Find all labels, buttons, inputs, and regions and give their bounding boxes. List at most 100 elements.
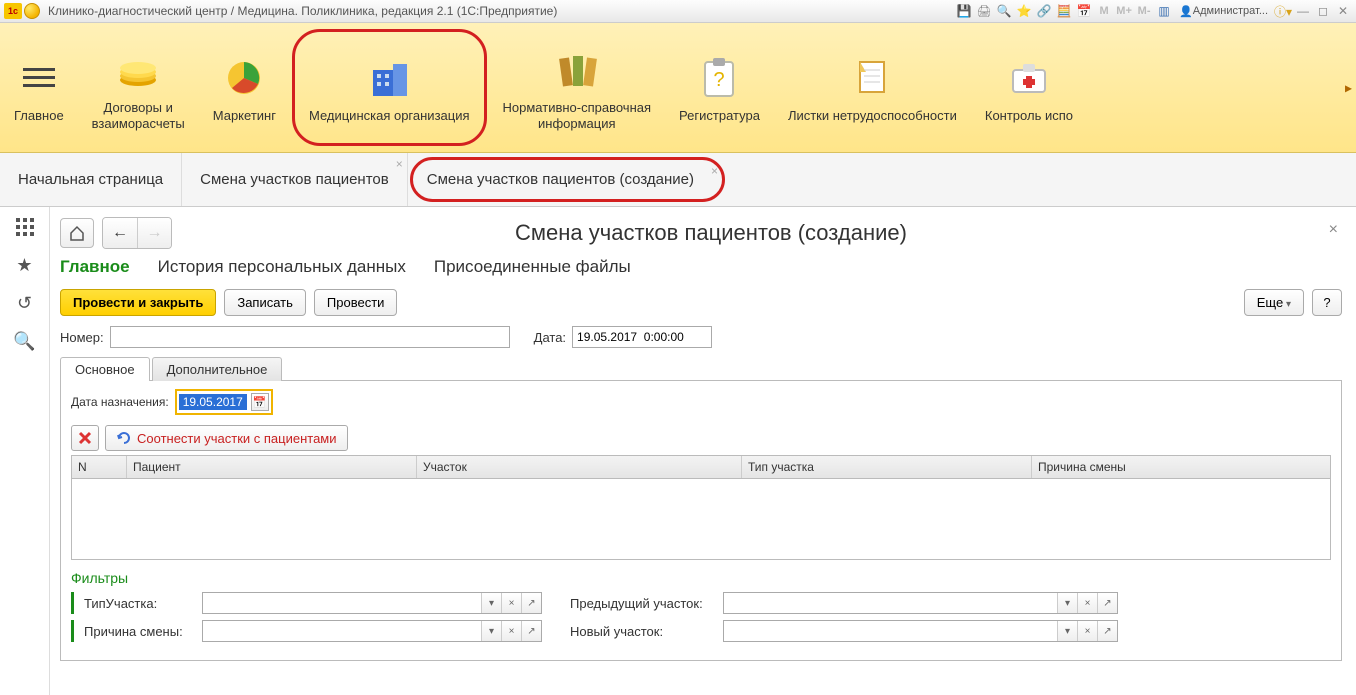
assign-date-label: Дата назначения: [71, 395, 169, 409]
post-button[interactable]: Провести [314, 289, 398, 316]
subnav-files[interactable]: Присоединенные файлы [434, 257, 631, 277]
m-plus-button[interactable]: M+ [1115, 3, 1133, 19]
number-input[interactable] [110, 326, 510, 348]
grid-header: N Пациент Участок Тип участка Причина см… [72, 456, 1330, 479]
tab-patient-areas-create-label: Смена участков пациентов (создание) [427, 171, 694, 188]
nav-main-label: Главное [14, 108, 64, 124]
nav-marketing[interactable]: Маркетинг [199, 23, 290, 152]
command-bar: Провести и закрыть Записать Провести Еще… [60, 289, 1342, 316]
nav-reference-info[interactable]: Нормативно-справочная информация [489, 23, 666, 152]
link-icon[interactable]: 🔗 [1035, 3, 1053, 19]
svg-text:?: ? [714, 69, 725, 91]
nav-registration[interactable]: ? Регистратура [665, 23, 774, 152]
page-close-icon[interactable]: × [1329, 221, 1338, 239]
inner-tab-main[interactable]: Основное [60, 357, 150, 381]
toolbar-overflow-icon[interactable]: ▸ [1345, 79, 1352, 96]
calc-icon[interactable]: 🧮 [1055, 3, 1073, 19]
filter-reason-combo[interactable]: ▾ × ↗ [202, 620, 542, 642]
delete-row-button[interactable] [71, 425, 99, 451]
grid-body[interactable] [72, 479, 1330, 559]
save-disk-icon[interactable]: 💾 [955, 3, 973, 19]
calendar-picker-icon[interactable]: 📅 [251, 393, 269, 411]
col-area[interactable]: Участок [417, 456, 742, 478]
clipboard-icon: ? [695, 54, 743, 102]
window-maximize[interactable]: ◻ [1314, 3, 1332, 19]
filter-prev-area-input[interactable] [724, 593, 1057, 613]
col-reason[interactable]: Причина смены [1032, 456, 1330, 478]
tab-patient-areas-create[interactable]: Смена участков пациентов (создание) × [410, 157, 725, 202]
subnav: Главное История персональных данных Прис… [60, 257, 1342, 277]
help-button[interactable]: ? [1312, 289, 1342, 316]
more-button[interactable]: Еще [1244, 289, 1304, 316]
tab-close-icon[interactable]: × [711, 164, 718, 178]
filter-reason-input[interactable] [203, 621, 481, 641]
combo-dropdown-icon[interactable]: ▾ [1057, 593, 1077, 613]
search-icon[interactable]: 🔍 [13, 329, 37, 353]
combo-open-icon[interactable]: ↗ [521, 621, 541, 641]
filters-section: Фильтры ТипУчастка: ▾ × ↗ Предыдущий уча… [71, 570, 1331, 642]
subnav-main[interactable]: Главное [60, 257, 130, 277]
tab-close-icon[interactable]: × [396, 157, 403, 171]
filter-prev-area-combo[interactable]: ▾ × ↗ [723, 592, 1118, 614]
combo-open-icon[interactable]: ↗ [1097, 621, 1117, 641]
nav-main[interactable]: Главное [0, 23, 78, 152]
favorite-icon[interactable]: ⭐ [1015, 3, 1033, 19]
print-icon[interactable]: 🖨 [975, 3, 993, 19]
history-icon[interactable]: ↺ [13, 291, 37, 315]
assign-date-field[interactable]: 19.05.2017 📅 [175, 389, 273, 415]
main-panel: Дата назначения: 19.05.2017 📅 Соотнести … [60, 381, 1342, 661]
apps-grid-icon[interactable] [13, 215, 37, 239]
app-ball-icon [24, 3, 40, 19]
col-area-type[interactable]: Тип участка [742, 456, 1032, 478]
nav-sick-leave[interactable]: Листки нетрудоспособности [774, 23, 971, 152]
panels-icon[interactable]: ▥ [1155, 3, 1173, 19]
nav-back-forward: ← → [102, 217, 172, 249]
combo-clear-icon[interactable]: × [501, 621, 521, 641]
combo-open-icon[interactable]: ↗ [521, 593, 541, 613]
star-icon[interactable]: ★ [13, 253, 37, 277]
user-icon: 👤 [1179, 5, 1193, 18]
nav-forward-button[interactable]: → [137, 218, 171, 248]
current-user[interactable]: 👤 Администрат... [1175, 5, 1272, 18]
calendar-icon[interactable]: 📅 [1075, 3, 1093, 19]
combo-clear-icon[interactable]: × [501, 593, 521, 613]
date-input[interactable] [572, 326, 712, 348]
nav-control[interactable]: Контроль испо [971, 23, 1087, 152]
combo-dropdown-icon[interactable]: ▾ [1057, 621, 1077, 641]
nav-back-button[interactable]: ← [103, 218, 137, 248]
m-minus-button[interactable]: M- [1135, 3, 1153, 19]
nav-medical-org[interactable]: Медицинская организация [292, 29, 487, 146]
col-n[interactable]: N [72, 456, 127, 478]
nav-contracts[interactable]: Договоры и взаиморасчеты [78, 23, 199, 152]
inner-tab-extra[interactable]: Дополнительное [152, 357, 283, 381]
filter-new-area-combo[interactable]: ▾ × ↗ [723, 620, 1118, 642]
col-patient[interactable]: Пациент [127, 456, 417, 478]
save-button[interactable]: Записать [224, 289, 306, 316]
filter-new-area-input[interactable] [724, 621, 1057, 641]
correlate-areas-button[interactable]: Соотнести участки с пациентами [105, 425, 348, 451]
hamburger-icon [15, 54, 63, 102]
post-and-close-button[interactable]: Провести и закрыть [60, 289, 216, 316]
combo-dropdown-icon[interactable]: ▾ [481, 593, 501, 613]
combo-dropdown-icon[interactable]: ▾ [481, 621, 501, 641]
date-label: Дата: [534, 330, 566, 345]
window-minimize[interactable]: — [1294, 3, 1312, 19]
books-icon [553, 46, 601, 94]
patients-grid[interactable]: N Пациент Участок Тип участка Причина см… [71, 455, 1331, 560]
combo-clear-icon[interactable]: × [1077, 621, 1097, 641]
tab-start-page[interactable]: Начальная страница [0, 153, 182, 206]
subnav-history[interactable]: История персональных данных [158, 257, 406, 277]
nav-reference-info-label: Нормативно-справочная информация [503, 100, 652, 131]
m-button[interactable]: M [1095, 3, 1113, 19]
info-icon[interactable]: ⓘ▾ [1274, 3, 1292, 19]
combo-open-icon[interactable]: ↗ [1097, 593, 1117, 613]
combo-clear-icon[interactable]: × [1077, 593, 1097, 613]
home-button[interactable] [60, 218, 94, 248]
filter-area-type-combo[interactable]: ▾ × ↗ [202, 592, 542, 614]
filter-bar-icon [71, 592, 74, 614]
tab-patient-areas[interactable]: Смена участков пациентов × [182, 153, 408, 206]
window-close[interactable]: ✕ [1334, 3, 1352, 19]
number-label: Номер: [60, 330, 104, 345]
filter-area-type-input[interactable] [203, 593, 481, 613]
print-preview-icon[interactable]: 🔍 [995, 3, 1013, 19]
